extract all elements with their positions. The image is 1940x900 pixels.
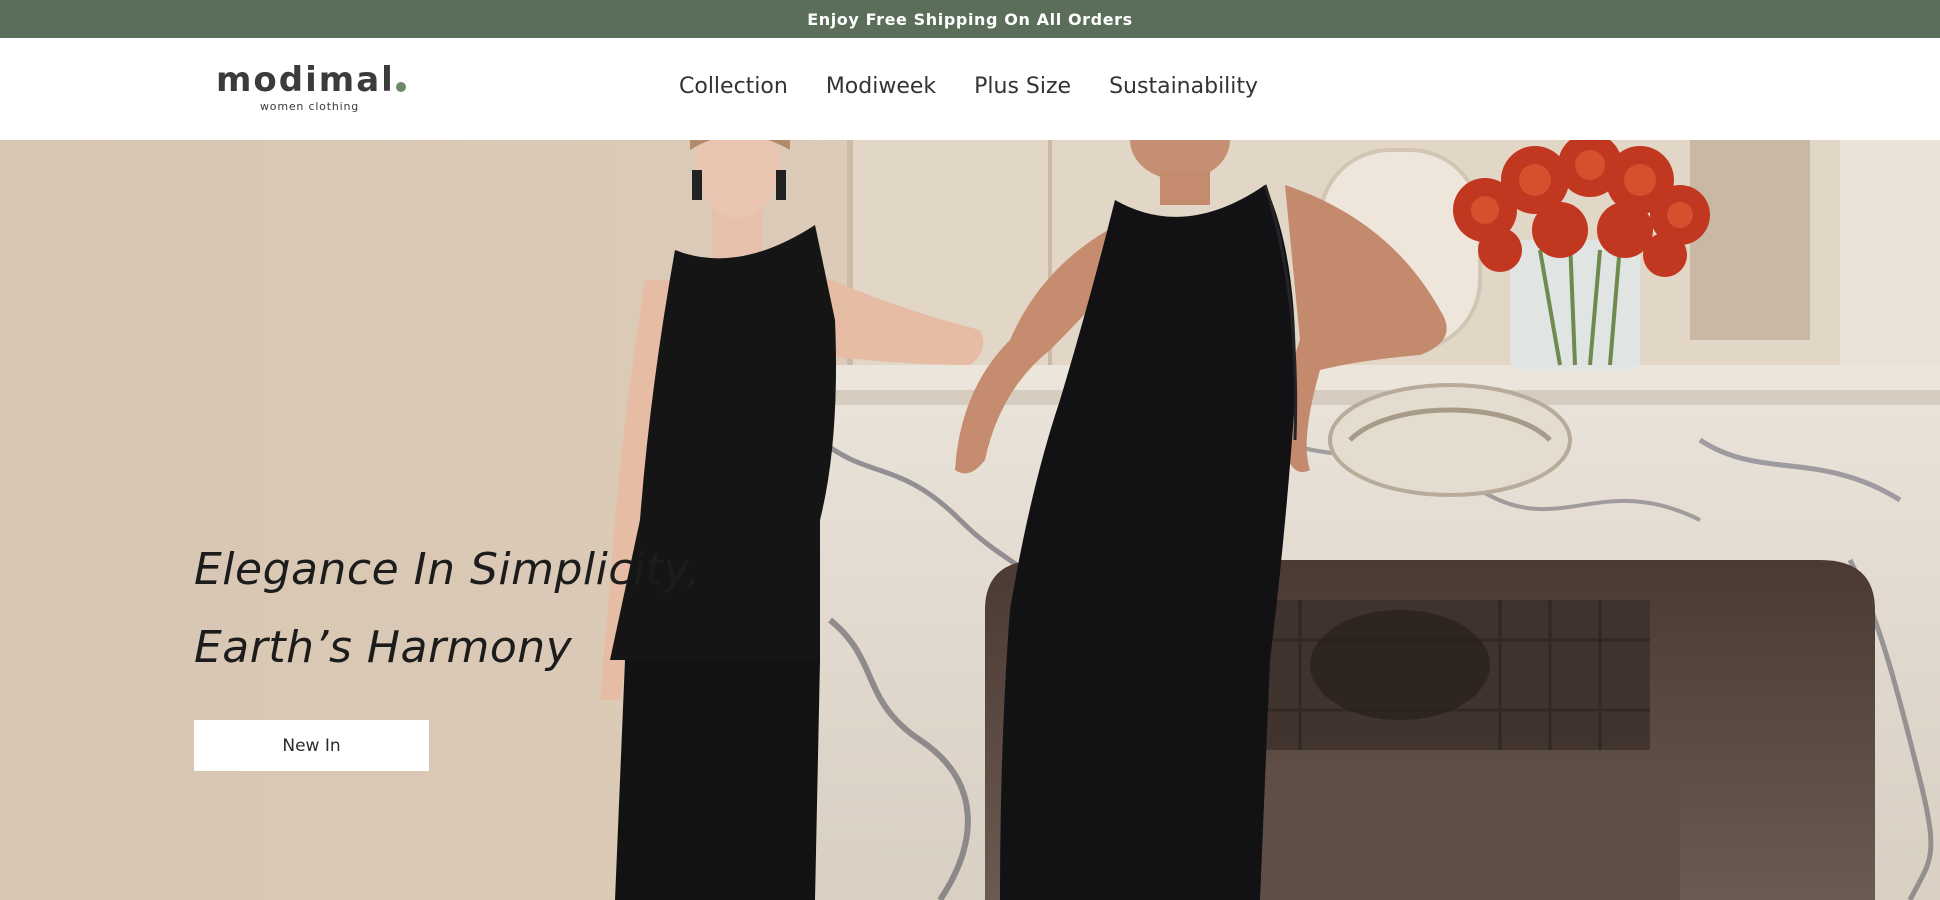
- logo-dot-icon: [396, 82, 406, 92]
- hero-banner: Elegance In Simplicity, Earth’s Harmony …: [0, 140, 1940, 900]
- nav-item-collection[interactable]: Collection: [679, 72, 788, 102]
- logo-wordmark: modimal: [216, 60, 395, 100]
- announcement-bar: Enjoy Free Shipping On All Orders: [0, 0, 1940, 38]
- announcement-text: Enjoy Free Shipping On All Orders: [807, 9, 1133, 29]
- hero-headline-line-2: Earth’s Harmony: [194, 622, 573, 673]
- site-header: modimal women clothing Collection Modiwe…: [0, 38, 1940, 140]
- hero-headline-line-1: Elegance In Simplicity,: [194, 544, 702, 595]
- new-in-button[interactable]: New In: [194, 720, 429, 771]
- brand-logo[interactable]: modimal women clothing: [216, 60, 416, 120]
- logo-tagline: women clothing: [260, 100, 360, 113]
- nav-item-modiweek[interactable]: Modiweek: [826, 72, 936, 102]
- nav-item-plus-size[interactable]: Plus Size: [974, 72, 1071, 102]
- hero-image: [0, 140, 1940, 900]
- nav-item-sustainability[interactable]: Sustainability: [1109, 72, 1258, 102]
- main-nav: Collection Modiweek Plus Size Sustainabi…: [679, 72, 1258, 102]
